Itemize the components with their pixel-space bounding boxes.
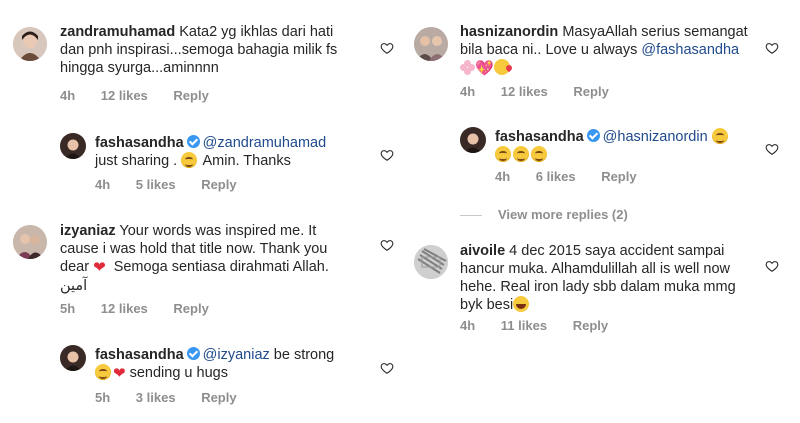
comment-body: fashasandha @zandramuhamad just sharing .…	[95, 134, 380, 170]
smile-emoji-icon	[495, 146, 511, 162]
heart-outline-icon[interactable]	[380, 41, 394, 55]
likes-count[interactable]: 5 likes	[136, 177, 176, 192]
avatar[interactable]	[60, 345, 86, 371]
heart-outline-icon[interactable]	[380, 238, 394, 252]
comment-text-tail: Amin. Thanks	[199, 153, 291, 169]
reply-button[interactable]: Reply	[173, 301, 208, 316]
comment-time: 4h	[95, 177, 111, 192]
laughing-face-emoji-icon	[513, 296, 530, 312]
comment-username[interactable]: izyaniaz	[60, 223, 116, 239]
likes-count[interactable]: 3 likes	[136, 390, 176, 405]
comment-time: 5h	[95, 390, 111, 405]
reply-button[interactable]: Reply	[573, 318, 608, 333]
verified-badge-icon	[586, 129, 600, 142]
comment-meta: 5h 12 likes Reply	[60, 301, 231, 316]
comment-text-tail: Semoga sentiasa dirahmati Allah.	[105, 259, 329, 275]
sparkling-heart-emoji-icon: 💖	[475, 60, 494, 77]
comment-body: izyaniaz Your words was inspired me. It …	[60, 222, 380, 295]
heart-outline-icon[interactable]	[380, 148, 394, 162]
heart-outline-icon[interactable]	[765, 259, 779, 273]
smile-emoji-icon	[181, 152, 198, 168]
comment-time: 4h	[460, 84, 476, 99]
comment-text-tail: sending u hugs	[125, 365, 228, 381]
likes-count[interactable]: 12 likes	[501, 84, 548, 99]
cherry-blossom-emoji-icon	[460, 60, 475, 75]
likes-count[interactable]: 12 likes	[101, 301, 148, 316]
comment-time: 4h	[60, 88, 76, 103]
smile-emoji-icon	[711, 128, 728, 144]
avatar[interactable]	[460, 127, 486, 153]
likes-count[interactable]: 12 likes	[101, 88, 148, 103]
comment-username[interactable]: zandramuhamad	[60, 24, 175, 40]
avatar[interactable]	[13, 27, 47, 61]
reply-button[interactable]: Reply	[173, 88, 208, 103]
comment-body: zandramuhamad Kata2 yg ikhlas dari hati …	[60, 23, 380, 77]
comment-meta: 4h 11 likes Reply	[460, 318, 630, 333]
comment-meta: 4h 12 likes Reply	[460, 84, 631, 99]
kissing-face-emoji-icon	[493, 59, 510, 75]
heart-outline-icon[interactable]	[765, 41, 779, 55]
avatar[interactable]	[414, 27, 448, 61]
likes-count[interactable]: 11 likes	[501, 318, 547, 333]
comment-body: aivoile 4 dec 2015 saya accident sampai …	[460, 242, 780, 314]
comment-username[interactable]: fashasandha	[95, 347, 184, 363]
divider-line	[460, 215, 482, 217]
comment-meta: 5h 3 likes Reply	[95, 390, 259, 405]
red-heart-emoji-icon: ❤	[93, 259, 106, 276]
comment-username[interactable]: fashasandha	[95, 135, 184, 151]
avatar[interactable]	[13, 225, 47, 259]
comment-meta: 4h 12 likes Reply	[60, 88, 231, 103]
comment-username[interactable]: fashasandha	[495, 129, 584, 145]
heart-outline-icon[interactable]	[380, 361, 394, 375]
mention-link[interactable]: @zandramuhamad	[203, 135, 327, 151]
heart-outline-icon[interactable]	[765, 142, 779, 156]
mention-link[interactable]: @fashasandha	[641, 42, 739, 58]
reply-button[interactable]: Reply	[601, 169, 636, 184]
view-more-label: View more replies (2)	[498, 207, 628, 222]
mention-link[interactable]: @izyaniaz	[203, 347, 270, 363]
verified-badge-icon	[186, 135, 200, 148]
red-heart-emoji-icon: ❤	[113, 365, 126, 382]
mention-link[interactable]: @hasnizanordin	[603, 129, 708, 145]
likes-count[interactable]: 6 likes	[536, 169, 576, 184]
comment-text: be strong	[269, 347, 335, 363]
comment-meta: 4h 5 likes Reply	[95, 177, 259, 192]
comment-username[interactable]: hasnizanordin	[460, 24, 558, 40]
reply-button[interactable]: Reply	[573, 84, 608, 99]
comment-time: 5h	[60, 301, 76, 316]
smile-emoji-icon	[95, 364, 111, 380]
comment-meta: 4h 6 likes Reply	[495, 169, 659, 184]
comment-text: just sharing .	[95, 153, 178, 169]
smile-emoji-icon	[513, 146, 529, 162]
comment-username[interactable]: aivoile	[460, 243, 505, 259]
comment-time: 4h	[495, 169, 511, 184]
comment-time: 4h	[460, 318, 476, 333]
view-more-replies-button[interactable]: View more replies (2)	[460, 207, 628, 222]
comment-body: fashasandha @izyaniaz be strong ❤ sending…	[95, 346, 380, 383]
avatar[interactable]	[60, 133, 86, 159]
avatar[interactable]	[414, 245, 448, 279]
smile-emoji-icon	[531, 146, 547, 162]
reply-button[interactable]: Reply	[201, 390, 236, 405]
verified-badge-icon	[186, 347, 200, 360]
reply-button[interactable]: Reply	[201, 177, 236, 192]
comment-text-arabic: آمين	[60, 278, 88, 294]
comment-body: hasnizanordin MasyaAllah serius semangat…	[460, 23, 780, 78]
comment-body: fashasandha @hasnizanordin	[495, 128, 765, 164]
